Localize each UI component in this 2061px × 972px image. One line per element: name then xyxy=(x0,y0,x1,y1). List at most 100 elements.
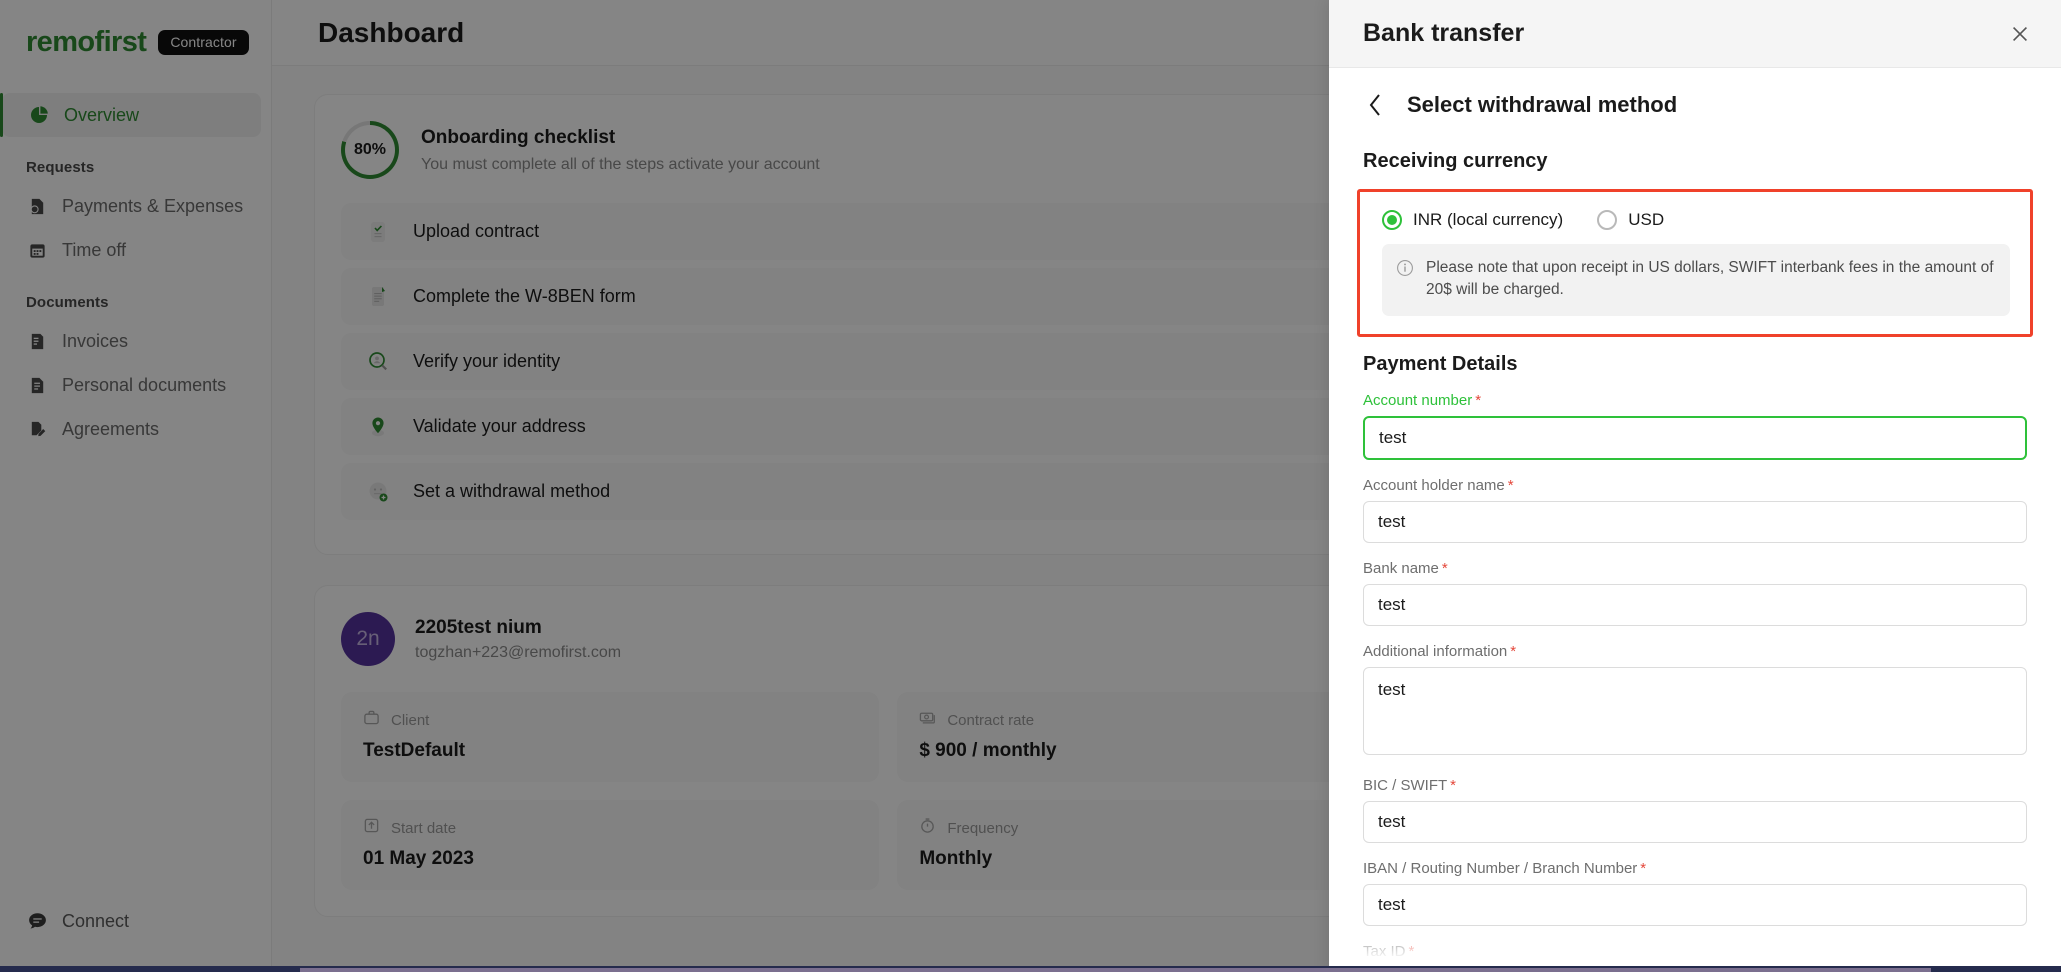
radio-label: INR (local currency) xyxy=(1413,210,1564,229)
arrow-up-box-icon xyxy=(363,817,380,839)
account-holder-name-input[interactable] xyxy=(1363,500,2027,543)
detail-label: Start date xyxy=(391,819,457,837)
field-label-text: Bank name xyxy=(1363,559,1439,577)
pie-chart-icon xyxy=(28,104,50,126)
field-account-number: Account number * xyxy=(1363,392,2027,460)
field-account-holder-name: Account holder name * xyxy=(1363,477,2027,543)
calendar-icon xyxy=(26,239,48,261)
field-label-text: Account holder name xyxy=(1363,476,1505,494)
sidebar-item-agreements[interactable]: Agreements xyxy=(0,407,261,451)
brand: remofirst Contractor xyxy=(0,0,271,59)
radio-option-inr[interactable]: INR (local currency) xyxy=(1382,210,1563,230)
onboarding-subtitle: You must complete all of the steps activ… xyxy=(421,155,820,173)
info-icon xyxy=(1396,259,1414,282)
screenshot-root: remofirst Contractor Overview Requests P… xyxy=(0,0,2061,972)
progress-ring: 80% xyxy=(341,121,399,179)
sidebar-item-overview[interactable]: Overview xyxy=(0,93,261,137)
sidebar-item-invoices[interactable]: Invoices xyxy=(0,319,261,363)
detail-head: Client xyxy=(363,709,857,731)
required-marker: * xyxy=(1640,859,1647,877)
radio-label: USD xyxy=(1628,210,1665,229)
agreement-icon xyxy=(26,418,48,440)
sidebar-item-label: Invoices xyxy=(62,330,129,351)
payment-details-title: Payment Details xyxy=(1363,352,1518,375)
profile-name: 2205test nium xyxy=(415,616,542,638)
field-label: IBAN / Routing Number / Branch Number * xyxy=(1363,860,2027,877)
detail-head: Start date xyxy=(363,817,857,839)
radio-option-usd[interactable]: USD xyxy=(1597,210,1664,230)
field-label: Additional information * xyxy=(1363,643,2027,660)
panel-body: Select withdrawal method Receiving curre… xyxy=(1329,68,2061,972)
chevron-left-icon[interactable] xyxy=(1365,92,1385,118)
field-label: BIC / SWIFT * xyxy=(1363,777,2027,794)
money-icon xyxy=(919,709,936,731)
detail-value: TestDefault xyxy=(363,740,466,761)
field-bank-name: Bank name * xyxy=(1363,560,2027,626)
panel-step-title: Select withdrawal method xyxy=(1407,92,1678,117)
sidebar-nav: Overview Requests Payments & Expenses Ti… xyxy=(0,93,271,451)
sidebar-group-documents: Documents xyxy=(26,294,109,311)
detail-card-client: Client TestDefault xyxy=(341,692,880,782)
currency-radio-group: INR (local currency) USD xyxy=(1376,206,2014,230)
bic-swift-input[interactable] xyxy=(1363,800,2027,843)
field-label-text: BIC / SWIFT xyxy=(1363,776,1448,794)
onboarding-text: Onboarding checklist You must complete a… xyxy=(421,127,820,174)
bank-name-input[interactable] xyxy=(1363,583,2027,626)
form-icon xyxy=(363,282,393,312)
document-icon xyxy=(26,374,48,396)
field-iban-routing-branch: IBAN / Routing Number / Branch Number * xyxy=(1363,860,2027,926)
required-marker: * xyxy=(1441,559,1448,577)
field-label-text: Tax ID xyxy=(1363,942,1406,960)
account-number-input[interactable] xyxy=(1363,415,2027,460)
required-marker: * xyxy=(1507,476,1514,494)
field-label: Account number * xyxy=(1363,392,2027,409)
withdrawal-method-icon xyxy=(363,477,393,507)
swift-fee-note-text: Please note that upon receipt in US doll… xyxy=(1426,259,1994,299)
field-label-text: Account number xyxy=(1363,391,1473,409)
sidebar-item-label: Personal documents xyxy=(62,374,227,395)
onboarding-title: Onboarding checklist xyxy=(421,126,616,148)
bank-transfer-panel: Bank transfer Select withdrawal method R… xyxy=(1329,0,2061,972)
sidebar-group-requests: Requests xyxy=(26,159,95,176)
sidebar-item-personal-documents[interactable]: Personal documents xyxy=(0,363,261,407)
field-label: Tax ID * xyxy=(1363,943,2027,960)
close-icon[interactable] xyxy=(2003,17,2037,51)
detail-label: Frequency xyxy=(947,819,1019,837)
required-marker: * xyxy=(1450,776,1457,794)
magnifier-identity-icon xyxy=(363,347,393,377)
map-pin-icon xyxy=(363,412,393,442)
field-label-text: IBAN / Routing Number / Branch Number xyxy=(1363,859,1638,877)
panel-back-row[interactable]: Select withdrawal method xyxy=(1363,68,2027,140)
receiving-currency-highlight: INR (local currency) USD Please note tha… xyxy=(1357,189,2033,337)
contract-check-icon xyxy=(363,217,393,247)
iban-routing-branch-input[interactable] xyxy=(1363,883,2027,926)
required-marker: * xyxy=(1510,642,1517,660)
radio-usd-icon[interactable] xyxy=(1597,210,1618,230)
field-label: Account holder name * xyxy=(1363,477,2027,494)
sidebar-item-label: Time off xyxy=(62,239,127,260)
sidebar-item-payments-expenses[interactable]: Payments & Expenses xyxy=(0,184,261,228)
role-chip: Contractor xyxy=(158,30,249,55)
browser-window-edge-accent xyxy=(300,968,1931,972)
timer-icon xyxy=(919,817,936,839)
chat-icon xyxy=(26,910,48,932)
sidebar-item-label: Agreements xyxy=(62,418,160,439)
payments-icon xyxy=(26,195,48,217)
connect-label: Connect xyxy=(62,910,130,931)
sidebar-item-time-off[interactable]: Time off xyxy=(0,228,261,272)
page-title: Dashboard xyxy=(318,16,465,48)
radio-inr-icon[interactable] xyxy=(1382,210,1402,230)
swift-fee-note: Please note that upon receipt in US doll… xyxy=(1382,244,2010,316)
detail-label: Contract rate xyxy=(947,711,1035,729)
profile-text: 2205test nium togzhan+223@remofirst.com xyxy=(415,617,621,662)
remofirst-logo: remofirst xyxy=(26,26,147,58)
required-marker: * xyxy=(1408,942,1415,960)
sidebar: remofirst Contractor Overview Requests P… xyxy=(0,0,272,972)
panel-title: Bank transfer xyxy=(1363,19,1525,47)
invoice-icon xyxy=(26,330,48,352)
additional-information-textarea[interactable] xyxy=(1363,666,2027,755)
detail-value: 01 May 2023 xyxy=(363,848,474,869)
sidebar-item-label: Payments & Expenses xyxy=(62,195,244,216)
field-label: Bank name * xyxy=(1363,560,2027,577)
connect-button[interactable]: Connect xyxy=(0,910,271,972)
